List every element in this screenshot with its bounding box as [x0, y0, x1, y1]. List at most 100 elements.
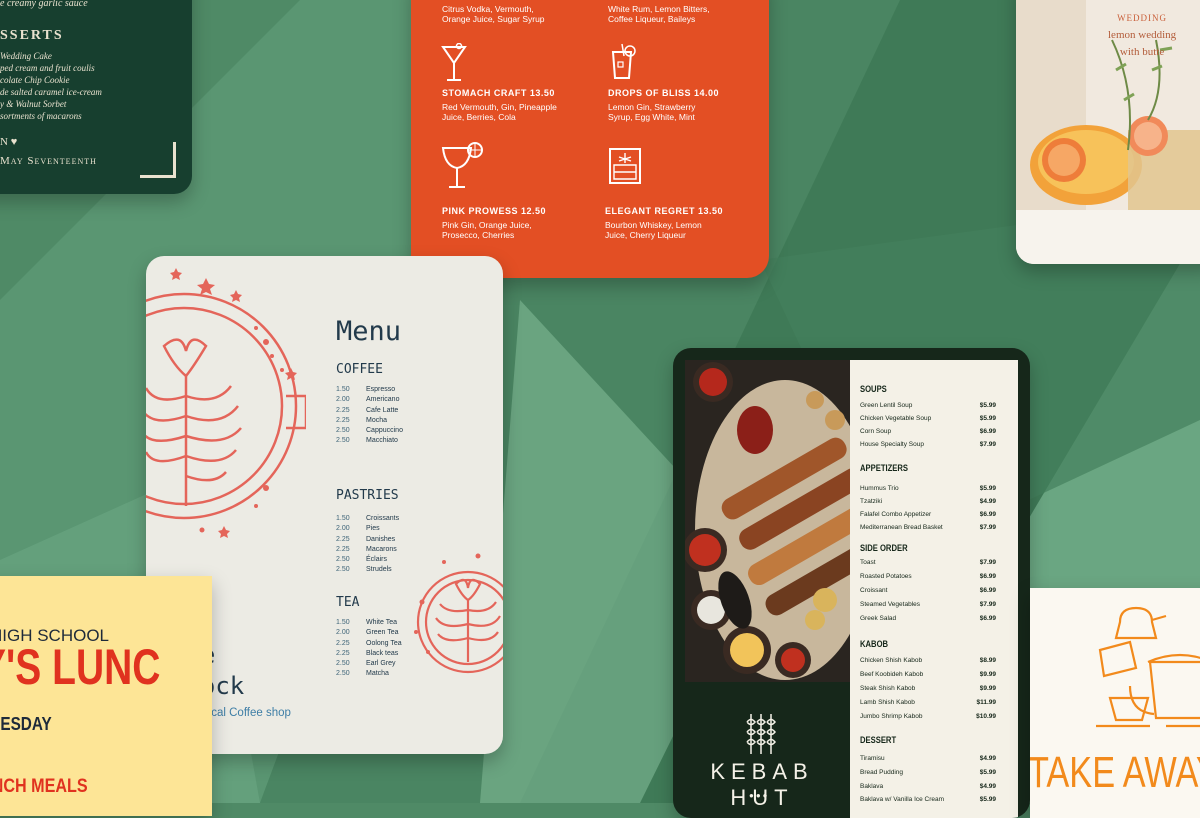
- item-name: Greek Salad: [860, 615, 897, 622]
- item-name: Macchiato: [366, 437, 398, 445]
- item-name: Macarons: [366, 545, 397, 553]
- item-name: Jumbo Shrimp Kabob: [860, 713, 923, 720]
- item-name: Danishes: [366, 535, 396, 543]
- section-title: SSERTS: [0, 28, 64, 43]
- brand-name: KEBAB HUT: [710, 759, 814, 810]
- item-name: Croissant: [860, 587, 888, 594]
- price: $9.99: [979, 671, 996, 678]
- menu-row: Baklava w/ Vanilla Ice Cream $5.99: [860, 796, 996, 803]
- price: 2.50: [336, 427, 350, 435]
- heart-icon: ♥: [10, 136, 18, 148]
- list-item: 2.25 Danishes: [336, 535, 399, 545]
- list-item: colate Chip Cookie: [0, 75, 70, 85]
- caption-line: with butte: [1119, 46, 1165, 58]
- section-title: SIDE ORDER: [860, 543, 908, 553]
- signature: N ♥: [0, 136, 17, 148]
- kebab-menu-card: KEBAB HUT ●●● SOUPS Green Lentil Soup $5.…: [673, 348, 1030, 818]
- ingredient-line: Orange Juice, Sugar Syrup: [442, 14, 545, 24]
- list-item: 2.25 Mocha: [336, 416, 403, 426]
- item-name: Strudels: [366, 566, 392, 574]
- drink-name: DROPS OF BLISS 14.00: [608, 88, 720, 98]
- wedding-photo-card: WEDDING lemon wedding with butte: [1016, 0, 1200, 264]
- takeaway-menu-card: TAKE AWAY: [1030, 588, 1200, 818]
- day-label: TUESDAY: [0, 714, 52, 734]
- section-title: DESSERT: [860, 735, 897, 745]
- section-title: COFFEE: [336, 362, 383, 377]
- item-name: Green Tea: [366, 629, 399, 637]
- caption-title: WEDDING: [1117, 13, 1168, 23]
- ingredient-line: Coffee Liqueur, Baileys: [608, 14, 696, 24]
- menu-row: Lamb Shish Kabob $11.99: [860, 699, 996, 706]
- item-name: Baklava: [860, 783, 884, 790]
- price: $4.99: [979, 755, 996, 762]
- margarita-glass-icon: [441, 142, 483, 188]
- list-item: 2.00 Pies: [336, 524, 399, 534]
- drink-ingredients: White Rum, Lemon Bitters, Coffee Liqueur…: [608, 4, 710, 24]
- corner-ornament: [140, 142, 176, 178]
- signature-letter: N: [0, 136, 8, 148]
- price: $6.99: [979, 615, 996, 622]
- item-name: Hummus Trio: [860, 485, 899, 492]
- list-item: ped cream and fruit coulis: [0, 63, 95, 73]
- item-name: Mocha: [366, 416, 388, 424]
- menu-row: Chicken Vegetable Soup $5.99: [860, 415, 996, 422]
- price: $7.99: [979, 524, 996, 531]
- item-name: Pies: [366, 525, 380, 533]
- ingredient-line: Prosecco, Cherries: [442, 230, 515, 240]
- menu-row: Hummus Trio $5.99: [860, 485, 996, 492]
- list-item: de salted caramel ice-cream: [0, 87, 102, 97]
- kebab-food-photo: [685, 360, 851, 682]
- price: 2.25: [336, 416, 350, 424]
- whiskey-glass-icon: [609, 148, 641, 184]
- menu-title: Menu: [336, 316, 402, 347]
- menu-row: Baklava $4.99: [860, 783, 996, 790]
- list-item: 2.25 Cafe Latte: [336, 406, 403, 416]
- menu-row: Jumbo Shrimp Kabob $10.99: [860, 713, 996, 720]
- takeaway-food-icon: [1096, 606, 1200, 728]
- menu-row: Steak Shish Kabob $9.99: [860, 685, 996, 692]
- menu-row: Falafel Combo Appetizer $6.99: [860, 511, 996, 518]
- list-item: 2.25 Oolong Tea: [336, 639, 402, 649]
- latte-art-small-icon: [414, 553, 503, 674]
- price: $4.99: [979, 498, 996, 505]
- list-item: Wedding Cake: [0, 51, 52, 61]
- drink-name: STOMACH CRAFT 13.50: [442, 88, 555, 98]
- ingredient-line: Pink Gin, Orange Juice,: [442, 220, 532, 230]
- price: 2.25: [336, 639, 350, 647]
- price: $5.99: [979, 402, 996, 409]
- price: $6.99: [979, 511, 996, 518]
- list-item: 2.50 Earl Grey: [336, 659, 402, 669]
- item-name: Éclairs: [366, 556, 388, 564]
- partial-text: e creamy garlic sauce: [0, 0, 88, 9]
- list-item: 2.25 Macarons: [336, 545, 399, 555]
- price: 1.50: [336, 515, 350, 522]
- wedding-menu-card: e creamy garlic sauce SSERTS Wedding Cak…: [0, 0, 192, 194]
- price: $8.99: [979, 657, 996, 664]
- price: $7.99: [979, 601, 996, 608]
- price: 2.50: [336, 670, 350, 678]
- item-name: Corn Soup: [860, 428, 892, 435]
- takeaway-headline: TAKE AWAY: [1030, 748, 1200, 797]
- item-name: Cappuccino: [366, 427, 403, 435]
- menu-row: Steamed Vegetables $7.99: [860, 601, 996, 608]
- ingredient-line: Juice, Cherry Liqueur: [605, 230, 686, 240]
- menu-row: Bread Pudding $5.99: [860, 769, 996, 776]
- pastries-list: 1.50 Croissants 2.00 Pies 2.25 Danishes 2.2…: [336, 514, 399, 576]
- photo-caption: WEDDING lemon wedding with butte: [1108, 10, 1176, 61]
- item-name: White Tea: [366, 619, 397, 626]
- ingredient-line: White Rum, Lemon Bitters,: [608, 4, 710, 14]
- menu-row: Chicken Shish Kabob $8.99: [860, 657, 996, 664]
- list-item: 2.50 Macchiato: [336, 436, 403, 446]
- ingredient-line: Lemon Gin, Strawberry: [608, 102, 696, 112]
- ingredient-line: Citrus Vodka, Vermouth,: [442, 4, 534, 14]
- price: 2.00: [336, 525, 350, 533]
- list-item: 2.50 Strudels: [336, 565, 399, 575]
- section-title: APPETIZERS: [860, 463, 909, 473]
- price: $6.99: [979, 428, 996, 435]
- latte-art-icon: [146, 268, 306, 538]
- price: $9.99: [979, 685, 996, 692]
- drink-name: PINK PROWESS 12.50: [442, 206, 547, 216]
- list-item: 2.50 Cappuccino: [336, 426, 403, 436]
- item-name: Black teas: [366, 649, 399, 657]
- caption-line: lemon wedding: [1108, 29, 1177, 41]
